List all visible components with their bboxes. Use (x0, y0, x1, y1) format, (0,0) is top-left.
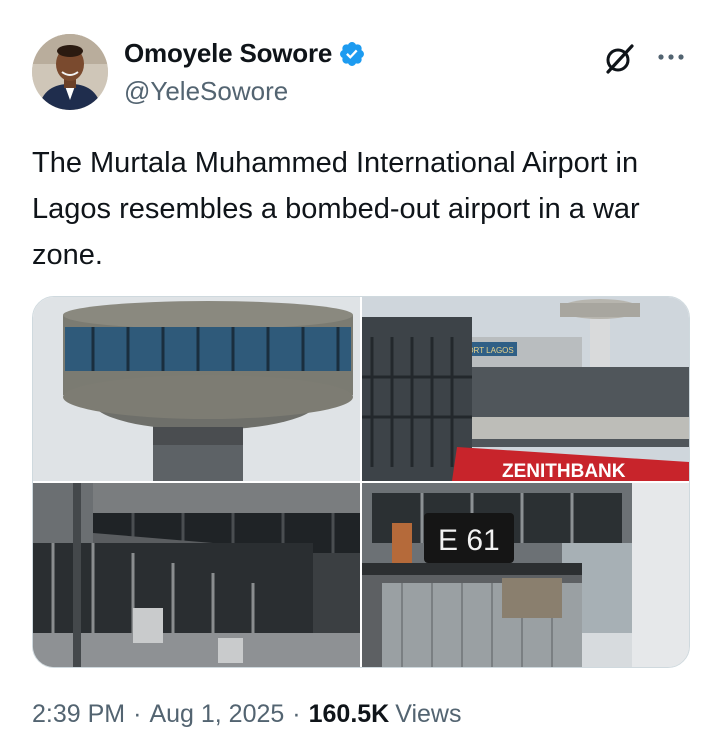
tweet-meta: 2:39 PM · Aug 1, 2025 · 160.5K Views (32, 700, 461, 729)
author-name-row: Omoyele Sowore (124, 38, 366, 69)
grok-icon[interactable] (602, 42, 636, 76)
meta-separator: · (133, 700, 142, 728)
photo-terminal-zenith[interactable]: PORT LAGOS ZENITHBANK (362, 297, 689, 481)
tweet-date[interactable]: Aug 1, 2025 (149, 700, 284, 729)
views-count: 160.5K (308, 700, 390, 728)
views-label: Views (395, 700, 462, 728)
photo-terminal-facade[interactable] (33, 483, 360, 667)
gate-sign-text: E 61 (438, 524, 500, 557)
tweet-text: The Murtala Muhammed International Airpo… (32, 147, 640, 271)
zenith-sign-text: ZENITHBANK (502, 461, 626, 481)
author-handle[interactable]: @YeleSowore (124, 76, 288, 107)
author-display-name[interactable]: Omoyele Sowore (124, 38, 332, 69)
tweet-header: Omoyele Sowore @YeleSowore (32, 32, 688, 112)
more-icon[interactable] (654, 40, 688, 74)
photo-control-tower[interactable] (33, 297, 360, 481)
avatar[interactable] (32, 34, 108, 110)
media-grid: PORT LAGOS ZENITHBANK E 61 (32, 296, 690, 668)
tweet-time[interactable]: 2:39 PM (32, 700, 125, 729)
photo-e61-sign[interactable]: E 61 (362, 483, 689, 667)
verified-badge-icon (340, 41, 365, 66)
meta-separator: · (292, 700, 301, 728)
